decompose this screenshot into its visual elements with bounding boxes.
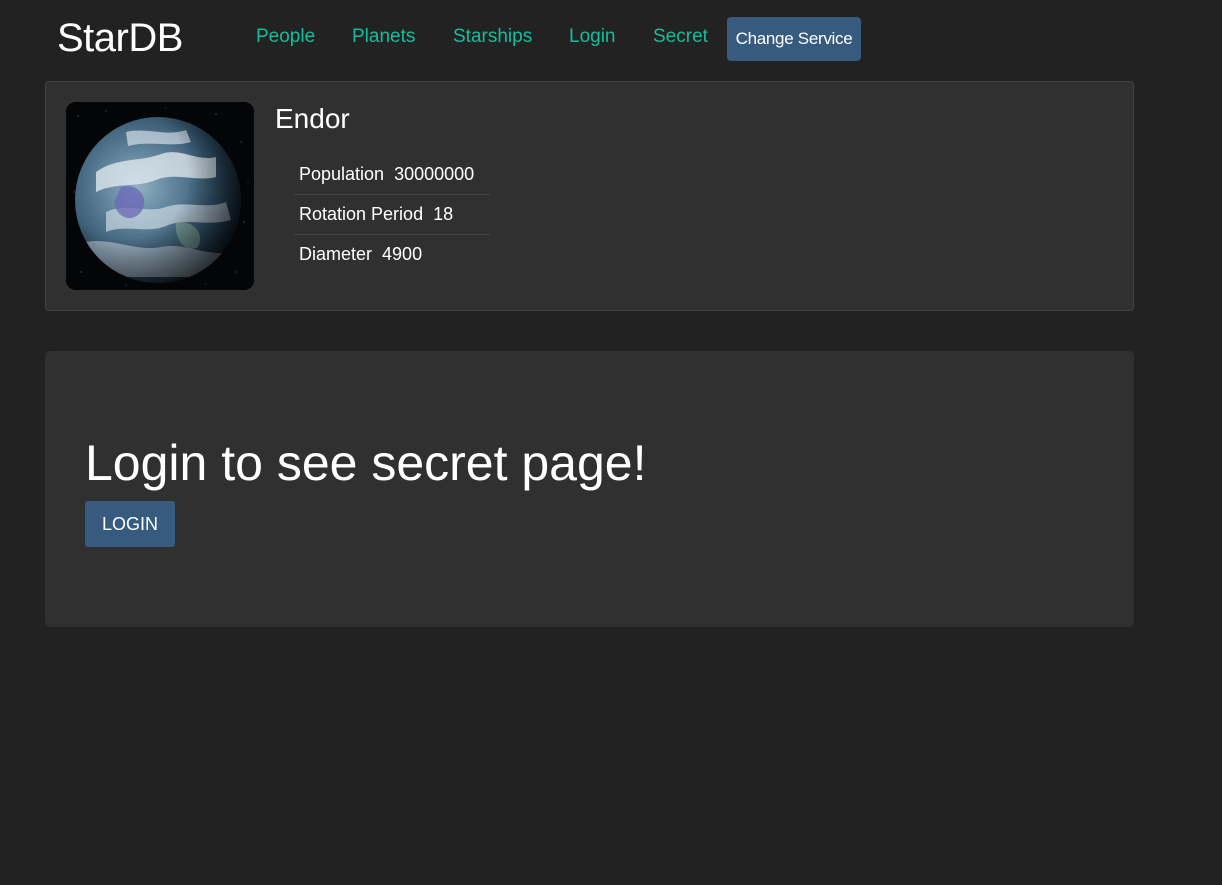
- planet-name: Endor: [275, 103, 350, 134]
- property-label: Rotation Period: [299, 204, 424, 224]
- nav-people[interactable]: People: [256, 25, 315, 49]
- brand-link[interactable]: StarDB: [57, 14, 183, 62]
- nav-login[interactable]: Login: [569, 25, 616, 49]
- login-button[interactable]: LOGIN: [85, 501, 175, 547]
- secret-jumbotron: Login to see secret page! LOGIN: [45, 351, 1134, 627]
- nav-starships[interactable]: Starships: [453, 25, 532, 49]
- property-label: Population: [299, 164, 385, 184]
- planet-properties: Population 30000000 Rotation Period 18 Dia…: [294, 155, 490, 274]
- property-value: 30000000: [394, 164, 475, 184]
- secret-title: Login to see secret page!: [85, 435, 647, 491]
- app-header: StarDB People Planets Starships Login Se…: [0, 0, 1222, 78]
- property-population: Population 30000000: [294, 155, 490, 195]
- property-diameter: Diameter 4900: [294, 235, 490, 274]
- nav-secret[interactable]: Secret: [653, 25, 708, 49]
- property-rotation-period: Rotation Period 18: [294, 195, 490, 235]
- change-service-button[interactable]: Change Service: [727, 17, 861, 61]
- property-value: 4900: [382, 244, 423, 264]
- property-value: 18: [433, 204, 454, 224]
- planet-image: [66, 102, 254, 290]
- property-label: Diameter: [299, 244, 373, 264]
- planet-details-card: Endor Population 30000000 Rotation Period…: [45, 81, 1134, 311]
- planet-illustration: [66, 102, 254, 290]
- nav-planets[interactable]: Planets: [352, 25, 415, 49]
